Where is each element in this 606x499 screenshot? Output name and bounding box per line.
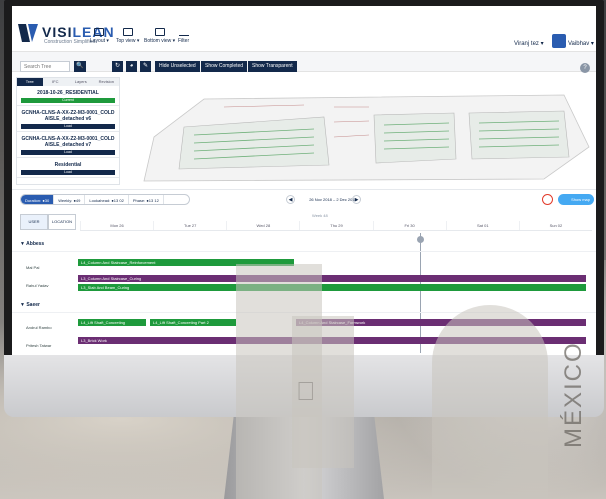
filter-pills: Duration: ●30 Weekly: ●49 Lookahead: ●13… — [20, 194, 190, 205]
action-toolbar — [12, 52, 596, 72]
prev-week-button[interactable]: ◀ — [286, 195, 295, 204]
model-item[interactable]: GCNHA-CLNS-A-XX-Z2-M3-0001_COLD AISLE_de… — [17, 132, 119, 158]
user-name: Viranj tez — [514, 41, 539, 47]
tab-user[interactable]: USER — [20, 214, 48, 230]
resource-label: Pritesh Tatwar — [26, 343, 52, 348]
day-header: Mon 26 Tue 27 Wed 28 Thu 29 Fri 30 Sat 0… — [80, 221, 592, 231]
filter-icon — [178, 28, 189, 36]
current-badge: Current — [21, 98, 115, 103]
tab-location[interactable]: LOCATION — [48, 214, 76, 230]
filter-menu[interactable]: Filter — [178, 28, 189, 44]
account-avatar[interactable] — [552, 34, 566, 48]
tab-revision[interactable]: Revision — [94, 78, 120, 86]
resource-label: Rahul Yadav — [26, 283, 49, 288]
week-label: Week 48 — [312, 213, 328, 218]
weekly-filter[interactable]: Weekly: ●49 — [54, 195, 86, 204]
visilean-logo-icon — [18, 24, 38, 42]
model-title: Residential — [54, 162, 82, 168]
top-view-label: Top view — [116, 38, 136, 44]
model-title: GCNHA-CLNS-A-XX-Z2-M3-0001_COLD AISLE_de… — [21, 110, 115, 122]
help-icon[interactable]: ? — [580, 63, 590, 73]
lookahead-filter[interactable]: Lookahead: ●13 02 — [85, 195, 129, 204]
today-dot — [417, 236, 424, 243]
day-label: Tue 27 — [153, 221, 226, 230]
watermark-shape — [432, 305, 548, 499]
day-label: Mon 26 — [80, 221, 153, 230]
day-label: Wed 28 — [226, 221, 299, 230]
logo-text-a: VISI — [42, 24, 73, 40]
layout-icon — [94, 28, 105, 36]
resource-label: Mal Pal — [26, 265, 40, 270]
model-item[interactable]: GCNHA-CLNS-A-XX-Z2-M3-0001_COLD AISLE_de… — [17, 106, 119, 132]
model-item[interactable]: Residential Load — [17, 158, 119, 178]
model-title: GCNHA-CLNS-A-XX-Z2-M3-0001_COLD AISLE_de… — [21, 136, 115, 148]
tab-tree[interactable]: Tree — [17, 78, 43, 86]
task-bar[interactable]: L4_Lift Shaft_Concreting Part 2 — [150, 319, 236, 326]
user-menu[interactable]: Viranj tez ▾ — [514, 40, 544, 47]
load-button[interactable]: Load — [21, 150, 115, 155]
account-menu[interactable]: Vaibhav ▾ — [568, 40, 594, 47]
top-view-icon — [122, 28, 133, 36]
next-week-button[interactable]: ▶ — [352, 195, 361, 204]
group-header[interactable]: ▼ Saeer — [20, 302, 40, 308]
hide-unselected-button[interactable]: Hide Unselected — [155, 61, 200, 72]
task-bar[interactable]: L3_Column And Staircase_Curing — [78, 275, 586, 282]
task-bar[interactable]: L4_Lift Shaft_Concreting — [78, 319, 146, 326]
tree-sidebar: Tree IFC Layers Revision 2018-10-26_RESI… — [16, 77, 120, 185]
logo-tagline: Construction Simplified — [44, 39, 96, 45]
day-label: Sun 02 — [518, 221, 592, 230]
filter-label: Filter — [178, 38, 190, 44]
top-navbar: VISILEAN Construction Simplified Layout … — [12, 6, 596, 52]
tab-layers[interactable]: Layers — [68, 78, 94, 86]
bottom-view-menu[interactable]: Bottom view ▾ — [144, 28, 175, 44]
group-header[interactable]: ▼ Abbess — [20, 241, 44, 247]
bottom-view-icon — [154, 28, 165, 36]
show-map-button[interactable]: Show map — [558, 194, 594, 205]
gantt-mode-tabs: USER LOCATION — [20, 214, 76, 230]
visibility-icon[interactable]: ◕ — [126, 61, 137, 72]
sidebar-tabs: Tree IFC Layers Revision — [17, 78, 119, 86]
model-title: 2018-10-26_RESIDENTIAL — [37, 90, 99, 96]
task-bar[interactable]: L3_Slab And Beam_Curing — [78, 284, 586, 291]
load-button[interactable]: Load — [21, 170, 115, 175]
show-transparent-button[interactable]: Show Transparent — [248, 61, 297, 72]
watermark-text: MÉXICO — [560, 341, 587, 449]
search-button[interactable]: 🔍 — [74, 61, 86, 72]
day-label: Fri 30 — [372, 221, 446, 230]
tab-ifc[interactable]: IFC — [43, 78, 69, 86]
row-divider — [12, 251, 596, 252]
load-button[interactable]: Load — [21, 124, 115, 129]
account-name: Vaibhav — [568, 41, 590, 47]
record-icon[interactable] — [542, 194, 553, 205]
day-label: Thu 29 — [299, 221, 372, 230]
top-view-menu[interactable]: Top view ▾ — [116, 28, 139, 44]
layout-label: Layout — [90, 38, 106, 44]
duration-filter[interactable]: Duration: ●30 — [21, 195, 55, 204]
day-label: Sat 01 — [445, 221, 519, 230]
edit-icon[interactable]: ✎ — [140, 61, 151, 72]
watermark-shape — [292, 316, 354, 468]
refresh-icon[interactable]: ↻ — [112, 61, 123, 72]
layout-menu[interactable]: Layout ▾ — [90, 28, 109, 44]
resource-label: Andrul Rambo — [26, 325, 52, 330]
bottom-view-label: Bottom view — [144, 38, 172, 44]
model-item[interactable]: 2018-10-26_RESIDENTIAL Current — [17, 86, 119, 106]
search-tree-input[interactable] — [20, 61, 70, 72]
group-name: Saeer — [26, 302, 40, 308]
group-name: Abbess — [26, 241, 45, 247]
phase-filter[interactable]: Phase: ●13 12 — [129, 195, 164, 204]
bim-model-viewer[interactable] — [124, 77, 594, 185]
show-completed-button[interactable]: Show Completed — [201, 61, 248, 72]
